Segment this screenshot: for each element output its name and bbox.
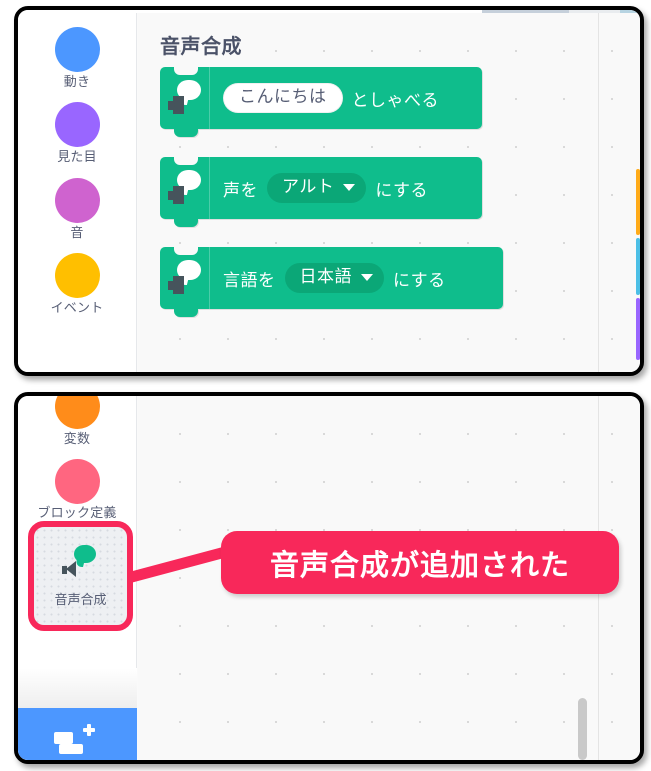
chevron-down-icon: [343, 184, 356, 191]
category-dot-my-blocks: [54, 459, 100, 505]
block-set-voice-content: 声を アルト にする: [210, 173, 444, 203]
language-dropdown-value: 日本語: [299, 267, 352, 288]
edge-strip-purple: [636, 298, 640, 360]
sidebar-fade-strip: [18, 668, 137, 708]
category-dot-variables: [54, 396, 100, 429]
palette-category-title: 音声合成: [160, 34, 242, 58]
voice-dropdown[interactable]: アルト: [267, 173, 367, 203]
set-language-suffix-label: にする: [393, 270, 446, 291]
sidebar-item-label-variables: 変数: [63, 432, 91, 447]
block-palette-canvas-top[interactable]: 音声合成 こんにちは としゃべる 声を アルト にする 言語を 日本語 にする: [138, 13, 640, 372]
canvas-divider-line: [598, 13, 599, 372]
sidebar-item-my-blocks[interactable]: ブロック定義: [18, 459, 136, 522]
add-extension-button[interactable]: [18, 708, 137, 760]
scratch-editor-panel-bottom: 変数 ブロック定義 音声合成 音声合成が追加された: [14, 392, 644, 764]
block-speak[interactable]: こんにちは としゃべる: [160, 66, 482, 137]
chevron-down-icon: [361, 274, 373, 281]
scratch-editor-panel-top: 動き 見た目 音 イベント 音声合成 こんにちは としゃべる 声を アルト にす…: [14, 6, 644, 376]
sidebar-item-motion[interactable]: 動き: [18, 27, 136, 90]
category-dot-events: [54, 252, 100, 298]
sidebar-item-sound[interactable]: 音: [18, 177, 136, 241]
language-dropdown[interactable]: 日本語: [284, 263, 384, 293]
speak-suffix-label: としゃべる: [351, 90, 439, 111]
text-to-speech-icon: [160, 67, 210, 129]
speak-text-input[interactable]: こんにちは: [223, 83, 343, 113]
sidebar-item-looks[interactable]: 見た目: [18, 102, 136, 165]
sidebar-item-label-motion: 動き: [63, 75, 91, 90]
sidebar-item-variables[interactable]: 変数: [18, 396, 136, 447]
voice-dropdown-value: アルト: [282, 177, 335, 198]
edge-strip-blue: [636, 238, 640, 295]
category-sidebar-top[interactable]: 動き 見た目 音 イベント: [18, 13, 137, 372]
screenshot-root: 動き 見た目 音 イベント 音声合成 こんにちは としゃべる 声を アルト にす…: [0, 0, 651, 771]
callout-annotation: 音声合成が追加された: [221, 531, 619, 594]
callout-text: 音声合成が追加された: [269, 547, 570, 582]
sidebar-item-label-text-to-speech: 音声合成: [54, 593, 107, 608]
block-set-voice[interactable]: 声を アルト にする: [160, 156, 482, 227]
speech-bubble-icon: [74, 545, 96, 567]
add-extension-icon: [54, 724, 102, 758]
text-to-speech-icon: [160, 247, 210, 309]
edge-strip-orange: [636, 169, 640, 235]
block-speak-content: こんにちは としゃべる: [210, 83, 455, 113]
sidebar-item-label-events: イベント: [50, 300, 104, 316]
sidebar-item-text-to-speech[interactable]: 音声合成: [28, 521, 133, 631]
sidebar-item-label-looks: 見た目: [57, 150, 97, 166]
set-voice-prefix-label: 声を: [223, 180, 258, 201]
set-voice-suffix-label: にする: [375, 180, 429, 201]
text-to-speech-icon: [160, 157, 210, 219]
set-language-prefix-label: 言語を: [223, 270, 276, 291]
sidebar-item-label-sound: 音: [70, 225, 84, 241]
category-dot-looks: [54, 102, 100, 148]
category-dot-sound: [54, 177, 100, 223]
block-set-language[interactable]: 言語を 日本語 にする: [160, 246, 503, 317]
vertical-scrollbar-thumb[interactable]: [578, 698, 587, 760]
block-set-language-content: 言語を 日本語 にする: [210, 263, 462, 293]
category-dot-motion: [54, 27, 100, 72]
sidebar-item-events[interactable]: イベント: [18, 252, 136, 316]
